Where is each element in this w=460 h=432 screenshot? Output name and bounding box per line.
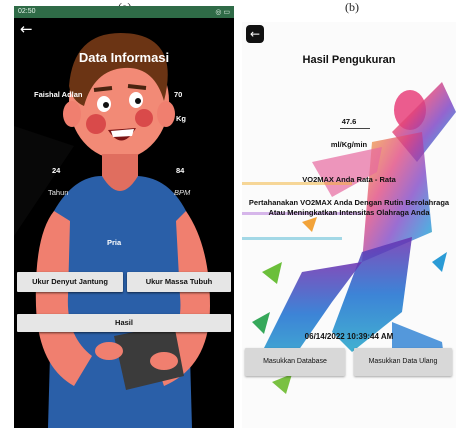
back-arrow-icon[interactable]: ←	[246, 25, 264, 43]
doctor-illustration	[14, 33, 210, 428]
page-title: Hasil Pengukuran	[302, 54, 396, 66]
gender-value: Pria	[107, 238, 122, 247]
vo2max-value: 47.6	[341, 117, 357, 126]
weight-value: 70	[174, 90, 183, 99]
bpm-value: 84	[176, 166, 185, 175]
status-icons: ◎ ▭	[215, 9, 230, 16]
vo2max-category: VO2MAX Anda Rata - Rata	[302, 175, 396, 184]
result-button[interactable]: Hasil	[17, 314, 231, 332]
measure-heart-rate-button[interactable]: Ukur Denyut Jantung	[17, 272, 123, 292]
bpm-unit: BPM	[174, 188, 191, 197]
measurement-timestamp: 06/14/2022 10:39:44 AM	[304, 332, 394, 341]
user-name: Faishal Adlan	[34, 90, 83, 99]
vo2max-unit: ml/Kg/min	[330, 140, 368, 149]
hasil-pengukuran-screen: ← Hasil Pengukuran 47.6 ml/Kg/min VO2MAX…	[242, 22, 456, 428]
re-enter-data-button[interactable]: Masukkan Data Ulang	[354, 348, 452, 376]
page-title: Data Informasi	[78, 50, 170, 65]
figure-label-b: (b)	[345, 0, 359, 14]
weight-unit: Kg	[176, 114, 186, 123]
vo2max-underline	[340, 128, 370, 129]
advice-text: Pertahanakan VO2MAX Anda Dengan Rutin Be…	[248, 198, 450, 217]
measure-body-mass-button[interactable]: Ukur Massa Tubuh	[127, 272, 231, 292]
data-informasi-screen: 02:50 ◎ ▭ ← Data Informasi Faishal Adlan…	[14, 6, 234, 428]
age-value: 24	[52, 166, 61, 175]
status-time: 02:50	[18, 8, 36, 15]
age-unit: Tahun	[48, 188, 69, 197]
save-to-database-button[interactable]: Masukkan Database	[245, 348, 345, 376]
back-arrow-icon[interactable]: ←	[20, 22, 33, 37]
status-bar: 02:50 ◎ ▭	[14, 6, 234, 18]
